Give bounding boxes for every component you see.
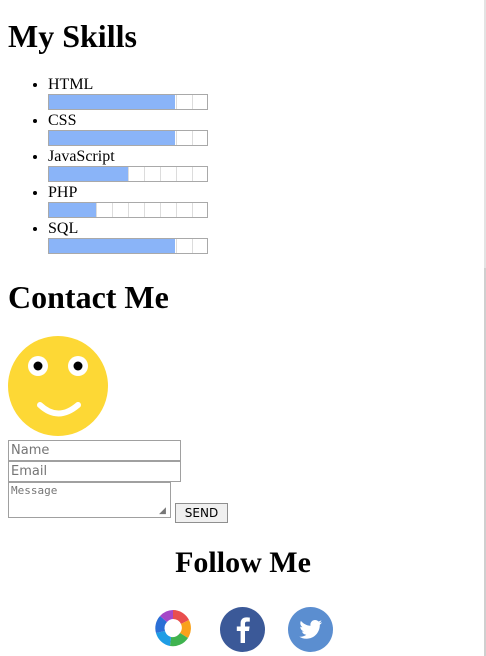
skill-bar-fill — [49, 203, 97, 217]
name-field[interactable] — [8, 440, 181, 461]
skill-label: CSS — [48, 112, 77, 129]
skill-bar — [48, 238, 208, 254]
sololearn-icon[interactable] — [152, 607, 194, 649]
skill-label: JavaScript — [48, 148, 115, 165]
resize-grip-icon[interactable]: ◢ — [159, 506, 166, 516]
skill-bar-fill — [49, 95, 176, 109]
skill-bar-fill — [49, 131, 176, 145]
smiley-face-icon — [8, 336, 108, 436]
email-field[interactable] — [8, 461, 181, 482]
twitter-icon[interactable] — [288, 607, 333, 652]
skill-bar-fill — [49, 167, 128, 181]
skill-item-javascript: JavaScript — [48, 148, 208, 184]
message-field[interactable] — [8, 482, 171, 518]
contact-heading: Contact Me — [8, 279, 169, 315]
skills-list: HTML CSS JavaScript PHP SQL — [8, 76, 208, 256]
skill-item-html: HTML — [48, 76, 208, 112]
skill-bar — [48, 166, 208, 182]
skill-bar-fill — [49, 239, 176, 253]
skill-item-php: PHP — [48, 184, 208, 220]
skill-bar — [48, 202, 208, 218]
skill-item-css: CSS — [48, 112, 208, 148]
skill-label: PHP — [48, 184, 78, 201]
skill-item-sql: SQL — [48, 220, 208, 256]
facebook-icon[interactable] — [220, 607, 265, 652]
skill-label: SQL — [48, 220, 79, 237]
send-button[interactable]: SEND — [175, 503, 228, 523]
skill-bar — [48, 94, 208, 110]
skill-label: HTML — [48, 76, 94, 93]
follow-heading: Follow Me — [175, 546, 311, 579]
skills-heading: My Skills — [8, 18, 137, 54]
skill-bar — [48, 130, 208, 146]
